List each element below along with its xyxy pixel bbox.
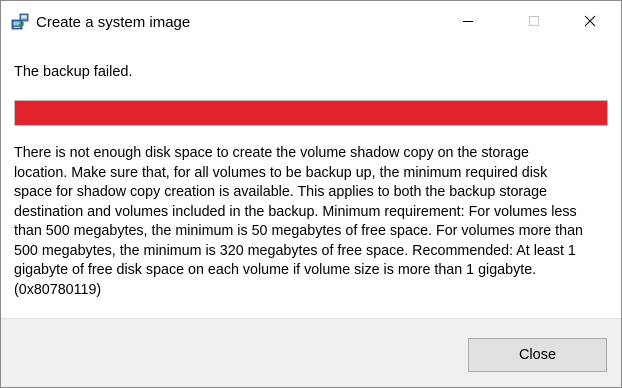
dialog-window: Create a system image The backup failed.… <box>0 0 622 388</box>
minimize-button[interactable] <box>445 1 491 45</box>
minimize-icon <box>462 14 474 32</box>
backup-progress-bar <box>14 100 608 126</box>
maximize-button[interactable] <box>511 1 557 45</box>
close-button[interactable]: Close <box>468 338 607 372</box>
status-heading: The backup failed. <box>14 64 133 80</box>
maximize-icon <box>528 14 540 32</box>
title-bar[interactable]: Create a system image <box>1 1 621 45</box>
window-close-button[interactable] <box>567 1 613 45</box>
backup-progress-fill <box>15 101 607 125</box>
window-title: Create a system image <box>36 14 191 31</box>
close-icon <box>584 14 596 32</box>
dialog-footer: Close <box>1 318 621 387</box>
system-image-backup-icon <box>11 13 29 31</box>
error-message: There is not enough disk space to create… <box>14 145 583 298</box>
